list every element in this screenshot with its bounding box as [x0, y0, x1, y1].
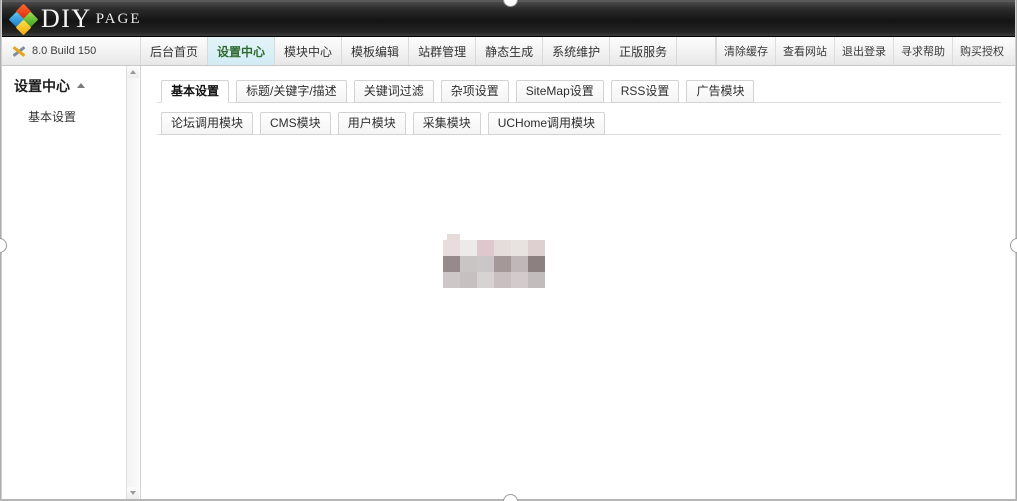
content-tab-row-secondary: 论坛调用模块 CMS模块 用户模块 采集模块 UCHome调用模块 [157, 110, 1001, 135]
tab-uchome-call-module[interactable]: UCHome调用模块 [487, 112, 606, 135]
caret-up-icon[interactable] [77, 82, 85, 88]
redacted-pixel-block [528, 256, 545, 272]
version-label: 8.0 Build 150 [32, 45, 97, 57]
tab-cms-module[interactable]: CMS模块 [260, 112, 331, 135]
util-link-seek-help[interactable]: 寻求帮助 [894, 37, 953, 65]
tab-misc-settings[interactable]: 杂项设置 [440, 80, 509, 103]
body-area: 设置中心 基本设置 基本设置 标题/关键字/描述 关键词过滤 杂项设置 Site… [2, 66, 1015, 499]
brand-name-primary: DIY [41, 4, 92, 33]
scroll-up-arrow-icon[interactable] [127, 66, 139, 78]
tab-forum-call-module[interactable]: 论坛调用模块 [161, 112, 254, 135]
nav-tab-system-maintain[interactable]: 系统维护 [543, 37, 611, 65]
nav-tab-site-group-admin[interactable]: 站群管理 [409, 37, 477, 65]
util-link-clear-cache[interactable]: 清除缓存 [716, 37, 776, 65]
tab-title-keywords-desc[interactable]: 标题/关键字/描述 [236, 80, 347, 103]
nav-tab-settings-center[interactable]: 设置中心 [208, 37, 276, 65]
redacted-pixel-block [477, 240, 494, 256]
utility-links: 清除缓存 查看网站 退出登录 寻求帮助 购买授权 [716, 37, 1011, 65]
tab-basic-settings[interactable]: 基本设置 [161, 80, 230, 103]
util-link-logout[interactable]: 退出登录 [835, 37, 894, 65]
application-window: DIY PAGE 8.0 Build 150 后台首页 设置中心 模块中心 模板… [0, 0, 1017, 501]
sidebar-item-basic-settings[interactable]: 基本设置 [14, 106, 140, 127]
redacted-pixel-block [443, 240, 460, 256]
nav-tab-template-edit[interactable]: 模板编辑 [342, 37, 410, 65]
sidebar-scrollbar[interactable] [126, 66, 139, 499]
scroll-down-arrow-icon[interactable] [127, 487, 139, 499]
wrench-icon [12, 44, 26, 58]
diamond-cluster-logo-icon [8, 3, 39, 36]
util-link-buy-license[interactable]: 购买授权 [953, 37, 1011, 65]
version-info: 8.0 Build 150 [2, 37, 140, 65]
redacted-pixel-block [494, 240, 511, 256]
tab-ad-module[interactable]: 广告模块 [686, 80, 755, 103]
redacted-pixel-block [460, 240, 477, 256]
brand-logo: DIY PAGE [2, 2, 1015, 36]
redacted-pixel-block [443, 256, 460, 272]
nav-tab-static-generate[interactable]: 静态生成 [476, 37, 544, 65]
redacted-pixel-block [460, 256, 477, 272]
redacted-pixel-block [528, 272, 545, 288]
brand-name-secondary: PAGE [95, 10, 142, 27]
redacted-content-mosaic [443, 240, 545, 288]
app-header: DIY PAGE [2, 2, 1015, 37]
redacted-pixel-block [477, 272, 494, 288]
redacted-pixel-block [443, 272, 460, 288]
redacted-pixel-block [511, 240, 528, 256]
util-link-view-site[interactable]: 查看网站 [776, 37, 835, 65]
content-panel: 基本设置 标题/关键字/描述 关键词过滤 杂项设置 SiteMap设置 RSS设… [141, 66, 1015, 499]
nav-tab-backend-home[interactable]: 后台首页 [140, 37, 209, 65]
tab-keyword-filter[interactable]: 关键词过滤 [353, 80, 434, 103]
content-tab-row-primary: 基本设置 标题/关键字/描述 关键词过滤 杂项设置 SiteMap设置 RSS设… [157, 78, 1001, 103]
main-toolbar: 8.0 Build 150 后台首页 设置中心 模块中心 模板编辑 站群管理 静… [2, 37, 1015, 66]
nav-tab-module-center[interactable]: 模块中心 [275, 37, 343, 65]
redacted-pixel-block [494, 272, 511, 288]
redacted-pixel-block [528, 240, 545, 256]
redacted-pixel-block [511, 272, 528, 288]
tab-collection-module[interactable]: 采集模块 [412, 112, 481, 135]
tab-user-module[interactable]: 用户模块 [337, 112, 406, 135]
sidebar: 设置中心 基本设置 [2, 66, 141, 499]
sidebar-title[interactable]: 设置中心 [14, 76, 140, 96]
toolbar-spacer [677, 37, 716, 65]
tab-sitemap-settings[interactable]: SiteMap设置 [515, 80, 604, 103]
redacted-pixel-block [494, 256, 511, 272]
sidebar-title-label: 设置中心 [14, 78, 70, 94]
tab-rss-settings[interactable]: RSS设置 [610, 80, 680, 103]
redacted-pixel-block [460, 272, 477, 288]
main-navigation: 后台首页 设置中心 模块中心 模板编辑 站群管理 静态生成 系统维护 正版服务 [140, 37, 678, 65]
redacted-pixel-block [511, 256, 528, 272]
redacted-pixel-block [477, 256, 494, 272]
nav-tab-genuine-service[interactable]: 正版服务 [610, 37, 678, 65]
